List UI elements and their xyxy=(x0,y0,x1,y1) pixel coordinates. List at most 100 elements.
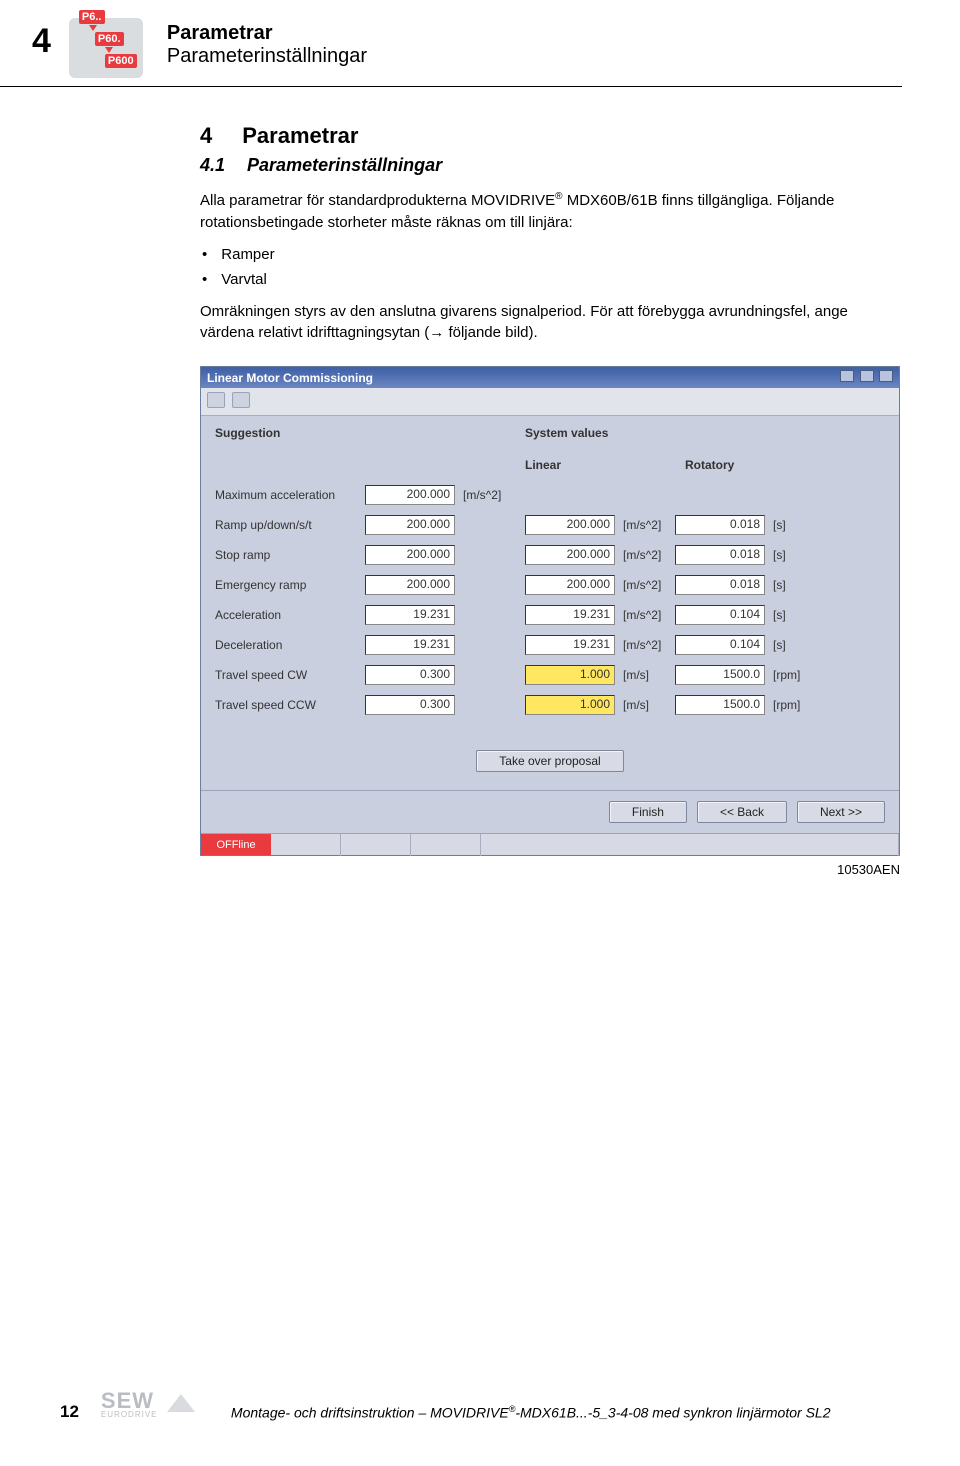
status-cell xyxy=(271,834,341,856)
suggestion-value[interactable]: 200.000 xyxy=(365,515,455,535)
parameter-label: Travel speed CCW xyxy=(215,698,365,712)
rotatory-unit: [s] xyxy=(765,518,825,532)
suggestion-value[interactable]: 19.231 xyxy=(365,605,455,625)
parameter-label: Maximum acceleration xyxy=(215,488,365,502)
finish-button[interactable]: Finish xyxy=(609,801,687,823)
linear-value[interactable]: 1.000 xyxy=(525,695,615,715)
list-item: Ramper xyxy=(200,242,900,268)
logo-triangle-icon xyxy=(167,1394,195,1412)
parameter-label: Deceleration xyxy=(215,638,365,652)
window-buttons xyxy=(838,370,893,385)
header-subtitle: Parameterinställningar xyxy=(167,45,367,68)
rotatory-value[interactable]: 0.018 xyxy=(675,575,765,595)
rotatory-unit: [s] xyxy=(765,578,825,592)
suggestion-value[interactable]: 0.300 xyxy=(365,695,455,715)
heading-4: 4Parametrar xyxy=(200,123,900,149)
panel: Suggestion System values Linear Rotator xyxy=(201,416,899,790)
status-cell xyxy=(481,834,899,856)
parameter-label: Stop ramp xyxy=(215,548,365,562)
section-number: 4 xyxy=(32,18,51,58)
rotatory-unit: [rpm] xyxy=(765,698,825,712)
rotatory-value[interactable]: 0.104 xyxy=(675,635,765,655)
take-over-proposal-button[interactable]: Take over proposal xyxy=(476,750,623,772)
parameter-row: Stop ramp200.000200.000[m/s^2]0.018[s] xyxy=(215,542,885,572)
rotatory-unit: [s] xyxy=(765,608,825,622)
arrow-icon xyxy=(105,47,113,53)
parameter-row: Ramp up/down/s/t200.000200.000[m/s^2]0.0… xyxy=(215,512,885,542)
p6-tag: P6.. xyxy=(79,10,105,24)
parameter-row: Emergency ramp200.000200.000[m/s^2]0.018… xyxy=(215,572,885,602)
window-toolbar xyxy=(201,388,899,416)
rotatory-value[interactable]: 1500.0 xyxy=(675,695,765,715)
page-number: 12 xyxy=(60,1402,79,1422)
linear-value[interactable]: 1.000 xyxy=(525,665,615,685)
suggestion-value[interactable]: 200.000 xyxy=(365,545,455,565)
suggestion-heading: Suggestion xyxy=(215,426,525,440)
linear-value[interactable]: 19.231 xyxy=(525,605,615,625)
next-button[interactable]: Next >> xyxy=(797,801,885,823)
list-item: Varvtal xyxy=(200,267,900,293)
status-cell xyxy=(411,834,481,856)
main-content: 4Parametrar 4.1 Parameterinställningar Al… xyxy=(0,123,960,877)
linear-unit: [m/s^2] xyxy=(615,578,675,592)
rotatory-value[interactable]: 0.018 xyxy=(675,515,765,535)
paragraph-1: Alla parametrar för standardprodukterna … xyxy=(200,190,900,234)
rotatory-value[interactable]: 1500.0 xyxy=(675,665,765,685)
linear-unit: [m/s] xyxy=(615,668,675,682)
suggestion-value[interactable]: 19.231 xyxy=(365,635,455,655)
rotatory-value[interactable]: 0.018 xyxy=(675,545,765,565)
maximize-icon[interactable] xyxy=(860,370,874,382)
linear-unit: [m/s^2] xyxy=(615,548,675,562)
suggestion-value[interactable]: 0.300 xyxy=(365,665,455,685)
rotatory-unit: [s] xyxy=(765,638,825,652)
heading-4-1-text: Parameterinställningar xyxy=(247,155,442,175)
status-cell xyxy=(341,834,411,856)
parameter-row: Travel speed CCW0.300 1.000[m/s]1500.0[rp… xyxy=(215,692,885,722)
heading-4-1-number: 4.1 xyxy=(200,155,225,175)
offline-status: OFFline xyxy=(201,834,271,855)
commissioning-window: Linear Motor Commissioning Suggestion Sy… xyxy=(200,366,900,856)
linear-heading: Linear xyxy=(525,458,621,472)
heading-4-number: 4 xyxy=(200,123,212,148)
paragraph-2: Omräkningen styrs av den anslutna givare… xyxy=(200,301,900,345)
button-bar: Take over proposal xyxy=(215,750,885,772)
page-header: 4 P6.. P60. P600 Parametrar Parameterins… xyxy=(0,0,902,87)
linear-unit: [m/s^2] xyxy=(615,638,675,652)
status-bar: OFFline xyxy=(201,833,899,855)
parameter-row: Acceleration19.23119.231[m/s^2]0.104[s] xyxy=(215,602,885,632)
rotatory-value[interactable]: 0.104 xyxy=(675,605,765,625)
system-values-heading: System values xyxy=(525,426,621,440)
linear-value[interactable]: 19.231 xyxy=(525,635,615,655)
p60-tag: P60. xyxy=(95,32,124,46)
parameter-row: Maximum acceleration200.000[m/s^2] xyxy=(215,482,885,512)
parameter-label: Travel speed CW xyxy=(215,668,365,682)
linear-value[interactable]: 200.000 xyxy=(525,575,615,595)
suggestion-value[interactable]: 200.000 xyxy=(365,575,455,595)
parameter-label: Emergency ramp xyxy=(215,578,365,592)
header-title: Parametrar xyxy=(167,22,367,45)
parameter-label: Acceleration xyxy=(215,608,365,622)
header-titles: Parametrar Parameterinställningar xyxy=(167,18,367,68)
linear-value[interactable]: 200.000 xyxy=(525,515,615,535)
arrow-icon xyxy=(89,25,97,31)
linear-unit: [m/s^2] xyxy=(615,608,675,622)
parameter-row: Deceleration19.23119.231[m/s^2]0.104[s] xyxy=(215,632,885,662)
minimize-icon[interactable] xyxy=(840,370,854,382)
close-icon[interactable] xyxy=(879,370,893,382)
page-footer: 12 SEW EURODRIVE Montage- och driftsinst… xyxy=(0,1392,960,1432)
window-title: Linear Motor Commissioning xyxy=(207,371,373,385)
linear-value[interactable]: 200.000 xyxy=(525,545,615,565)
print-icon[interactable] xyxy=(207,392,225,408)
window-titlebar: Linear Motor Commissioning xyxy=(201,367,899,388)
parameter-hierarchy-icon: P6.. P60. P600 xyxy=(69,18,143,78)
suggestion-value[interactable]: 200.000 xyxy=(365,485,455,505)
help-icon[interactable] xyxy=(232,392,250,408)
heading-4-1: 4.1 Parameterinställningar xyxy=(200,155,900,176)
back-button[interactable]: << Back xyxy=(697,801,787,823)
image-id: 10530AEN xyxy=(200,862,900,877)
rotatory-unit: [rpm] xyxy=(765,668,825,682)
linear-unit: [m/s] xyxy=(615,698,675,712)
registered-mark: ® xyxy=(555,191,562,202)
p600-tag: P600 xyxy=(105,54,137,68)
linear-unit: [m/s^2] xyxy=(615,518,675,532)
